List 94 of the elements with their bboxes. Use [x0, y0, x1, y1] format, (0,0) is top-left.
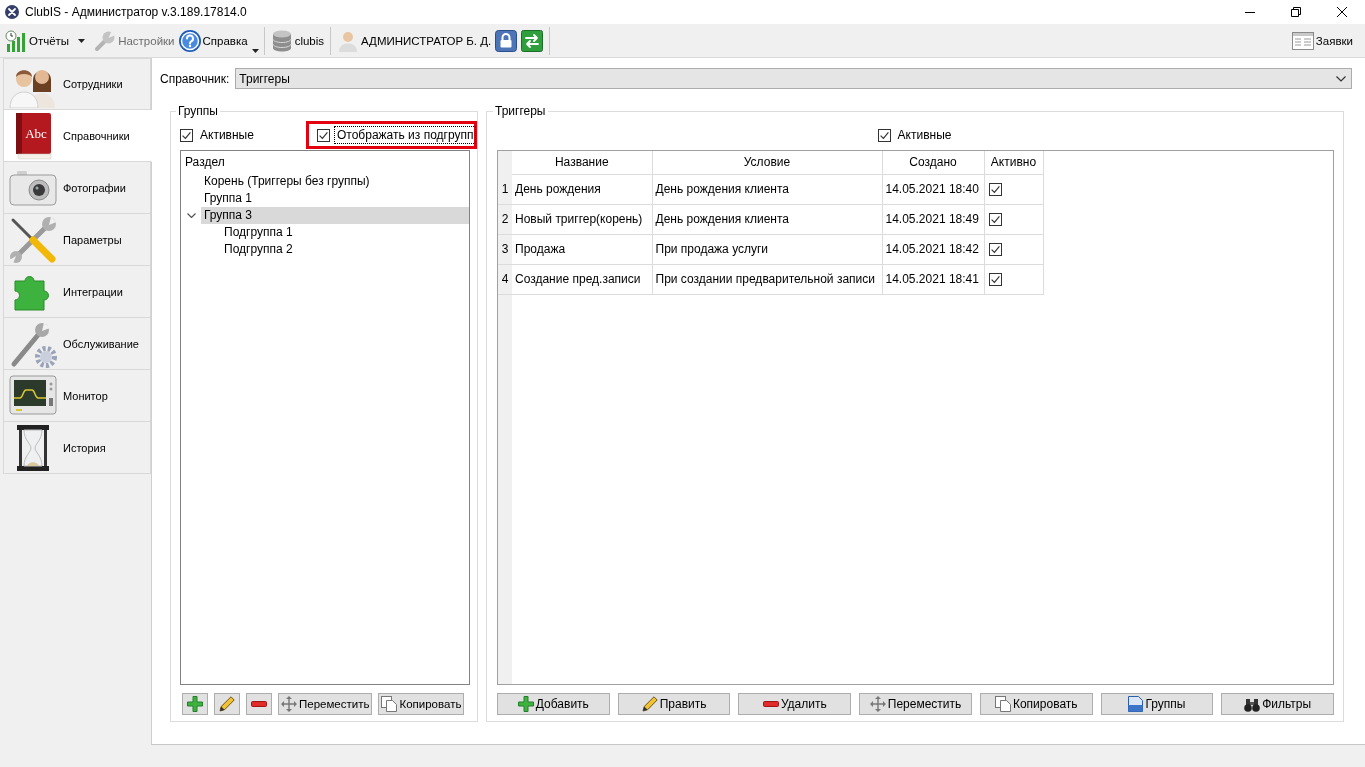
tree-item[interactable]: Группа 3: [201, 207, 469, 224]
four-arrows-icon: [869, 696, 886, 712]
column-header[interactable]: Условие: [652, 151, 882, 174]
group-title: Триггеры: [494, 104, 547, 118]
sidebar-item[interactable]: Интеграции: [3, 266, 151, 318]
plus-icon: [517, 696, 534, 712]
field-label: Справочник:: [160, 71, 230, 86]
row-number: 2: [498, 204, 512, 234]
chart-icon: [5, 29, 27, 52]
window-title: ClubIS - Администратор v.3.189.17814.0: [25, 5, 248, 19]
delete-button[interactable]: [246, 693, 272, 715]
row-number: 1: [498, 174, 512, 204]
add-button[interactable]: Добавить: [497, 693, 610, 715]
sidebar-item[interactable]: Abc Справочники: [3, 110, 152, 162]
list-window-icon: [1291, 31, 1314, 50]
pencil-icon: [641, 696, 658, 712]
column-header[interactable]: Название: [512, 151, 652, 174]
caret-icon: [78, 38, 86, 43]
checkbox[interactable]: [988, 242, 1002, 256]
user-button[interactable]: АДМИНИСТРАТОР Б. Д.: [335, 25, 494, 56]
tree-item[interactable]: Группа 1: [201, 190, 469, 207]
column-header[interactable]: Создано: [882, 151, 984, 174]
table-cell: День рождения клиента: [652, 174, 882, 204]
table-cell: Создание пред.записи: [512, 264, 652, 294]
table-cell: 14.05.2021 18:41: [882, 264, 984, 294]
tree-item[interactable]: Корень (Триггеры без группы): [201, 173, 469, 190]
wrench-icon: [94, 29, 117, 52]
group-title: Группы: [177, 104, 219, 118]
checkbox[interactable]: [877, 128, 891, 142]
checkbox-label: Активные: [896, 127, 953, 143]
add-button[interactable]: [182, 693, 208, 715]
sidebar-item[interactable]: Сотрудники: [3, 58, 151, 110]
move-button[interactable]: Переместить: [859, 693, 972, 715]
plus-icon: [187, 696, 203, 712]
checkbox[interactable]: [988, 182, 1002, 196]
minus-icon: [251, 701, 267, 707]
reports-button[interactable]: Отчёты: [3, 25, 72, 56]
sidebar-item[interactable]: История: [3, 422, 151, 474]
user-icon: [337, 29, 360, 52]
table-cell: Продажа: [512, 234, 652, 264]
requests-button[interactable]: Заявки: [1289, 25, 1355, 56]
minimize-icon: [1245, 11, 1255, 13]
close-icon: [1337, 7, 1347, 17]
move-button[interactable]: Переместить: [278, 693, 373, 715]
checkbox[interactable]: [317, 128, 330, 142]
four-arrows-icon: [281, 696, 297, 712]
row-number: 3: [498, 234, 512, 264]
table-cell: При продажа услуги: [652, 234, 882, 264]
lock-icon: [495, 29, 518, 52]
tree-item[interactable]: Подгруппа 2: [221, 241, 469, 258]
table-cell: 14.05.2021 18:49: [882, 204, 984, 234]
sidebar-item[interactable]: Фотографии: [3, 162, 151, 214]
help-button[interactable]: Справка: [176, 25, 260, 56]
delete-button[interactable]: Удалить: [738, 693, 852, 715]
checkbox[interactable]: [180, 128, 193, 142]
table-cell: День рождения: [512, 174, 652, 204]
caret-icon: [251, 48, 259, 53]
sidebar-item[interactable]: Параметры: [3, 214, 151, 266]
checkbox[interactable]: [988, 272, 1002, 286]
row-number: 4: [498, 264, 512, 294]
table-cell: Новый триггер(корень): [512, 204, 652, 234]
arrows-icon: [521, 29, 544, 52]
app-logo-icon: [5, 5, 19, 19]
copy-icon: [381, 696, 398, 712]
chevron-down-icon: [1336, 75, 1346, 82]
column-header[interactable]: Активно: [984, 151, 1043, 174]
checkbox[interactable]: [988, 212, 1002, 226]
tree-item[interactable]: Подгруппа 1: [221, 224, 469, 241]
column-header: Раздел: [185, 155, 225, 169]
filters-button[interactable]: Фильтры: [1221, 693, 1335, 715]
table-cell: 14.05.2021 18:40: [882, 174, 984, 204]
restore-icon: [1291, 7, 1301, 17]
minus-icon: [762, 701, 779, 707]
copy-button[interactable]: Копировать: [979, 693, 1093, 715]
sidebar-item[interactable]: Обслуживание: [3, 318, 151, 370]
binoculars-icon: [1244, 696, 1261, 712]
database-button[interactable]: clubis: [268, 25, 327, 56]
groups-button[interactable]: Группы: [1100, 693, 1214, 715]
database-icon: [270, 29, 293, 52]
copy-icon: [994, 696, 1011, 712]
copy-button[interactable]: Копировать: [378, 693, 465, 715]
checkbox-label: Отображать из подгрупп: [335, 127, 476, 143]
document-icon: [1128, 696, 1144, 712]
checkbox-label: Активные: [199, 127, 255, 143]
reference-dropdown[interactable]: Триггеры: [235, 68, 1352, 89]
tools-icon: [9, 215, 57, 264]
edit-button[interactable]: [214, 693, 240, 715]
help-icon: [178, 29, 201, 52]
sidebar-item[interactable]: Монитор: [3, 370, 151, 422]
pencil-icon: [219, 696, 235, 712]
edit-button[interactable]: Править: [617, 693, 731, 715]
table-cell: 14.05.2021 18:42: [882, 234, 984, 264]
table-cell: День рождения клиента: [652, 204, 882, 234]
table-cell: При создании предварительной записи: [652, 264, 882, 294]
